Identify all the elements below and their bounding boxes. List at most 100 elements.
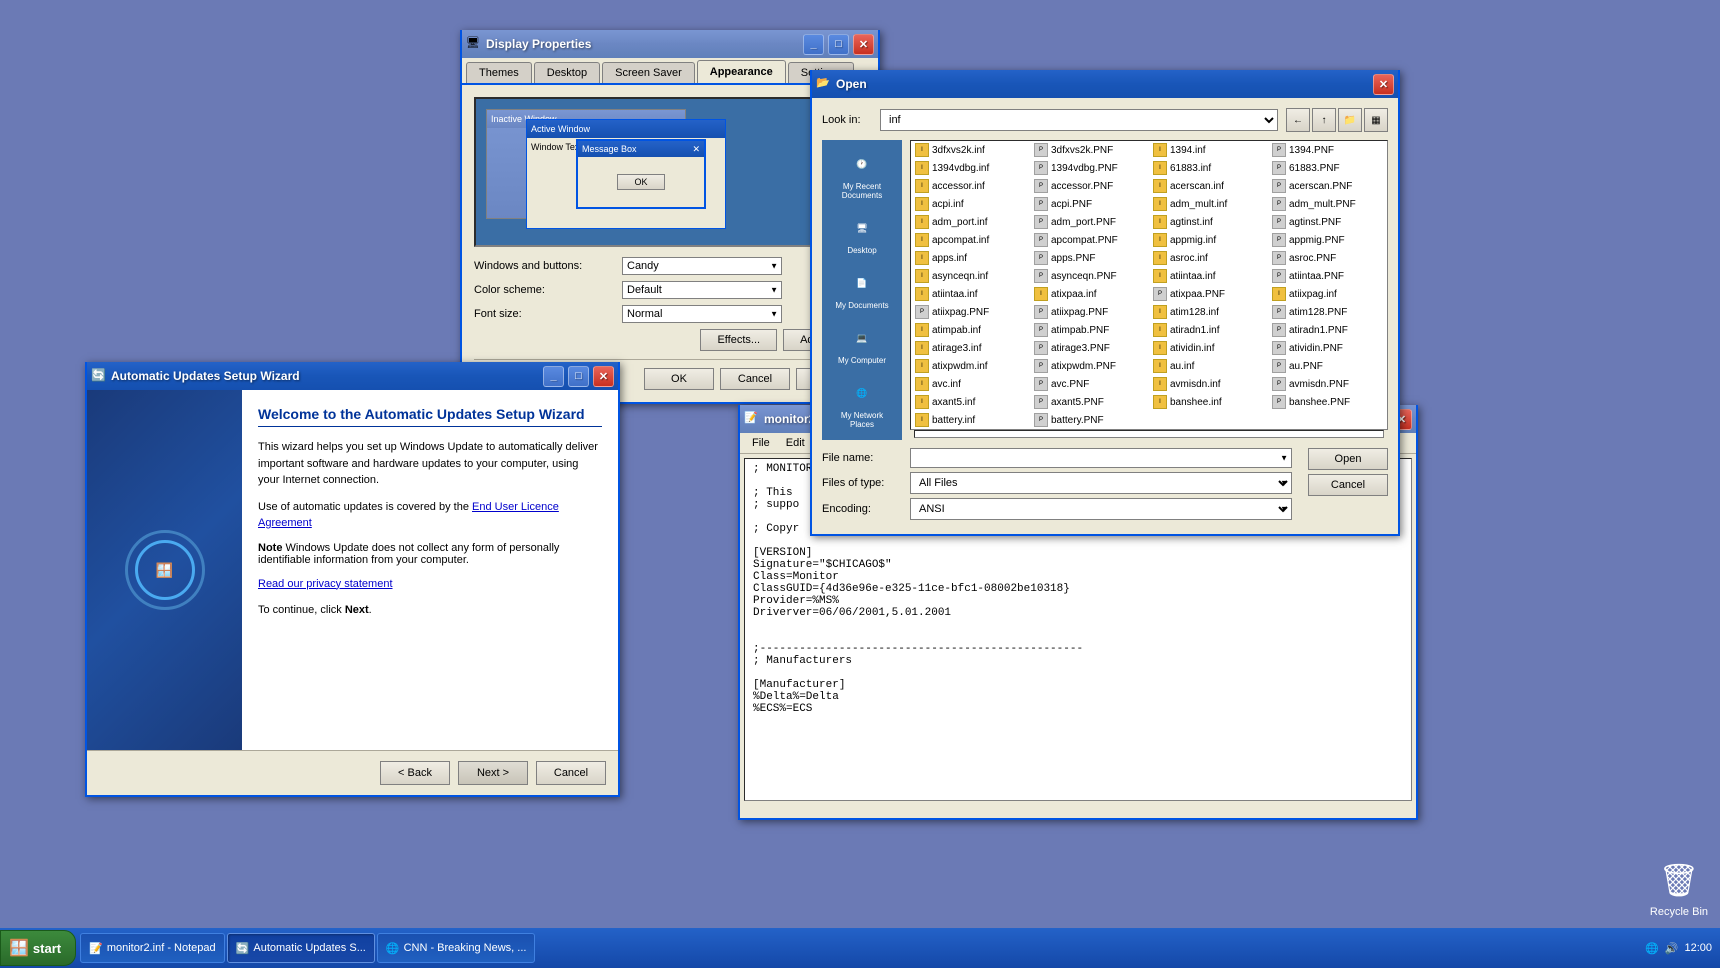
file-item[interactable]: P61883.PNF: [1268, 159, 1387, 177]
view-button[interactable]: ▦: [1364, 108, 1388, 132]
tab-themes[interactable]: Themes: [466, 62, 532, 83]
file-item[interactable]: Iapcompat.inf: [911, 231, 1030, 249]
display-props-close-button[interactable]: ✕: [853, 34, 874, 55]
file-item[interactable]: Iapps.inf: [911, 249, 1030, 267]
file-item[interactable]: Patiixpag.PNF: [1030, 303, 1149, 321]
file-item[interactable]: Pappmig.PNF: [1268, 231, 1387, 249]
file-item[interactable]: Iadm_mult.inf: [1149, 195, 1268, 213]
open-file-button[interactable]: Open: [1308, 448, 1388, 470]
place-network[interactable]: 🌐 My NetworkPlaces: [822, 373, 902, 433]
file-item[interactable]: Pacerscan.PNF: [1268, 177, 1387, 195]
place-my-documents[interactable]: 📄 My Documents: [822, 263, 902, 314]
file-item[interactable]: Iatixpwdm.inf: [911, 357, 1030, 375]
file-item[interactable]: Iatimpab.inf: [911, 321, 1030, 339]
file-item[interactable]: Patiixpag.PNF: [911, 303, 1030, 321]
file-item[interactable]: Iatiintaa.inf: [1149, 267, 1268, 285]
file-item[interactable]: I61883.inf: [1149, 159, 1268, 177]
file-item[interactable]: Iatiixpag.inf: [1268, 285, 1387, 303]
taskbar-item-cnn[interactable]: 🌐 CNN - Breaking News, ...: [377, 933, 536, 963]
file-item[interactable]: Iatiradn1.inf: [1149, 321, 1268, 339]
notepad-file-menu[interactable]: File: [744, 435, 778, 451]
file-item[interactable]: Iavmisdn.inf: [1149, 375, 1268, 393]
display-cancel-button[interactable]: Cancel: [720, 368, 790, 390]
file-item[interactable]: Padm_port.PNF: [1030, 213, 1149, 231]
file-item[interactable]: P3dfxvs2k.PNF: [1030, 141, 1149, 159]
filename-input[interactable]: [910, 448, 1292, 468]
effects-button[interactable]: Effects...: [700, 329, 777, 351]
file-item[interactable]: Iacpi.inf: [911, 195, 1030, 213]
file-item[interactable]: Patividin.PNF: [1268, 339, 1387, 357]
preview-ok-button[interactable]: OK: [617, 174, 664, 190]
file-item[interactable]: Pasroc.PNF: [1268, 249, 1387, 267]
file-item[interactable]: Patimpab.PNF: [1030, 321, 1149, 339]
file-item[interactable]: Paxant5.PNF: [1030, 393, 1149, 411]
file-item[interactable]: Iagtinst.inf: [1149, 213, 1268, 231]
file-item[interactable]: Iatim128.inf: [1149, 303, 1268, 321]
wizard-close-button[interactable]: ✕: [593, 366, 614, 387]
file-item[interactable]: Iacerscan.inf: [1149, 177, 1268, 195]
file-item[interactable]: I1394vdbg.inf: [911, 159, 1030, 177]
wizard-cancel-button[interactable]: Cancel: [536, 761, 606, 785]
file-item[interactable]: Iaccessor.inf: [911, 177, 1030, 195]
place-my-computer[interactable]: 💻 My Computer: [822, 318, 902, 369]
file-item[interactable]: P1394vdbg.PNF: [1030, 159, 1149, 177]
file-item[interactable]: Iavc.inf: [911, 375, 1030, 393]
tab-desktop[interactable]: Desktop: [534, 62, 600, 83]
next-button[interactable]: Next >: [458, 761, 528, 785]
file-item[interactable]: Pasynceqn.PNF: [1030, 267, 1149, 285]
file-item[interactable]: Iaxant5.inf: [911, 393, 1030, 411]
encoding-select[interactable]: ANSI: [910, 498, 1292, 520]
file-item[interactable]: Iatiintaa.inf: [911, 285, 1030, 303]
file-item[interactable]: I1394.inf: [1149, 141, 1268, 159]
taskbar-item-notepad[interactable]: 📝 monitor2.inf - Notepad: [80, 933, 225, 963]
file-item[interactable]: Patiintaa.PNF: [1268, 267, 1387, 285]
file-item[interactable]: Pau.PNF: [1268, 357, 1387, 375]
lookin-select[interactable]: inf: [880, 109, 1278, 131]
color-scheme-select[interactable]: Default: [622, 281, 782, 299]
wizard-min-button[interactable]: _: [543, 366, 564, 387]
notepad-edit-menu[interactable]: Edit: [778, 435, 813, 451]
file-item[interactable]: Patim128.PNF: [1268, 303, 1387, 321]
file-item[interactable]: Pbattery.PNF: [1030, 411, 1149, 429]
recycle-bin[interactable]: 🗑 Recycle Bin: [1650, 856, 1708, 918]
file-item[interactable]: P1394.PNF: [1268, 141, 1387, 159]
wizard-titlebar[interactable]: 🔄 Automatic Updates Setup Wizard _ □ ✕: [87, 362, 618, 390]
file-item[interactable]: Patixpaa.PNF: [1149, 285, 1268, 303]
file-list[interactable]: I3dfxvs2k.infP3dfxvs2k.PNFI1394.infP1394…: [910, 140, 1388, 430]
back-button[interactable]: < Back: [380, 761, 450, 785]
display-props-max-button[interactable]: □: [828, 34, 849, 55]
display-props-min-button[interactable]: _: [803, 34, 824, 55]
privacy-link[interactable]: Read our privacy statement: [258, 578, 393, 590]
back-button[interactable]: ←: [1286, 108, 1310, 132]
file-item[interactable]: Ibanshee.inf: [1149, 393, 1268, 411]
file-item[interactable]: Pagtinst.PNF: [1268, 213, 1387, 231]
file-item[interactable]: Papps.PNF: [1030, 249, 1149, 267]
tab-screensaver[interactable]: Screen Saver: [602, 62, 695, 83]
up-button[interactable]: ↑: [1312, 108, 1336, 132]
file-item[interactable]: Patirage3.PNF: [1030, 339, 1149, 357]
file-item[interactable]: Iasynceqn.inf: [911, 267, 1030, 285]
file-item[interactable]: Iatirage3.inf: [911, 339, 1030, 357]
dialog-cancel-button[interactable]: Cancel: [1308, 474, 1388, 496]
file-item[interactable]: Iadm_port.inf: [911, 213, 1030, 231]
file-item[interactable]: Iasroc.inf: [1149, 249, 1268, 267]
file-item[interactable]: Paccessor.PNF: [1030, 177, 1149, 195]
open-dialog-close-button[interactable]: ✕: [1373, 74, 1394, 95]
display-ok-button[interactable]: OK: [644, 368, 714, 390]
start-button[interactable]: 🪟 start: [0, 930, 76, 966]
taskbar-item-wizard[interactable]: 🔄 Automatic Updates S...: [227, 933, 375, 963]
file-item[interactable]: Pacpi.PNF: [1030, 195, 1149, 213]
file-item[interactable]: Iatixpaa.inf: [1030, 285, 1149, 303]
place-desktop[interactable]: 🖥 Desktop: [822, 208, 902, 259]
display-props-titlebar[interactable]: 🖥 Display Properties _ □ ✕: [462, 30, 878, 58]
file-item[interactable]: Papcompat.PNF: [1030, 231, 1149, 249]
filetype-select[interactable]: All Files: [910, 472, 1292, 494]
file-item[interactable]: Iappmig.inf: [1149, 231, 1268, 249]
place-recent-docs[interactable]: 🕐 My RecentDocuments: [822, 144, 902, 204]
file-item[interactable]: Iau.inf: [1149, 357, 1268, 375]
file-item[interactable]: I3dfxvs2k.inf: [911, 141, 1030, 159]
file-item[interactable]: Ibattery.inf: [911, 411, 1030, 429]
new-folder-button[interactable]: 📁: [1338, 108, 1362, 132]
wizard-max-button[interactable]: □: [568, 366, 589, 387]
file-item[interactable]: Patiradn1.PNF: [1268, 321, 1387, 339]
